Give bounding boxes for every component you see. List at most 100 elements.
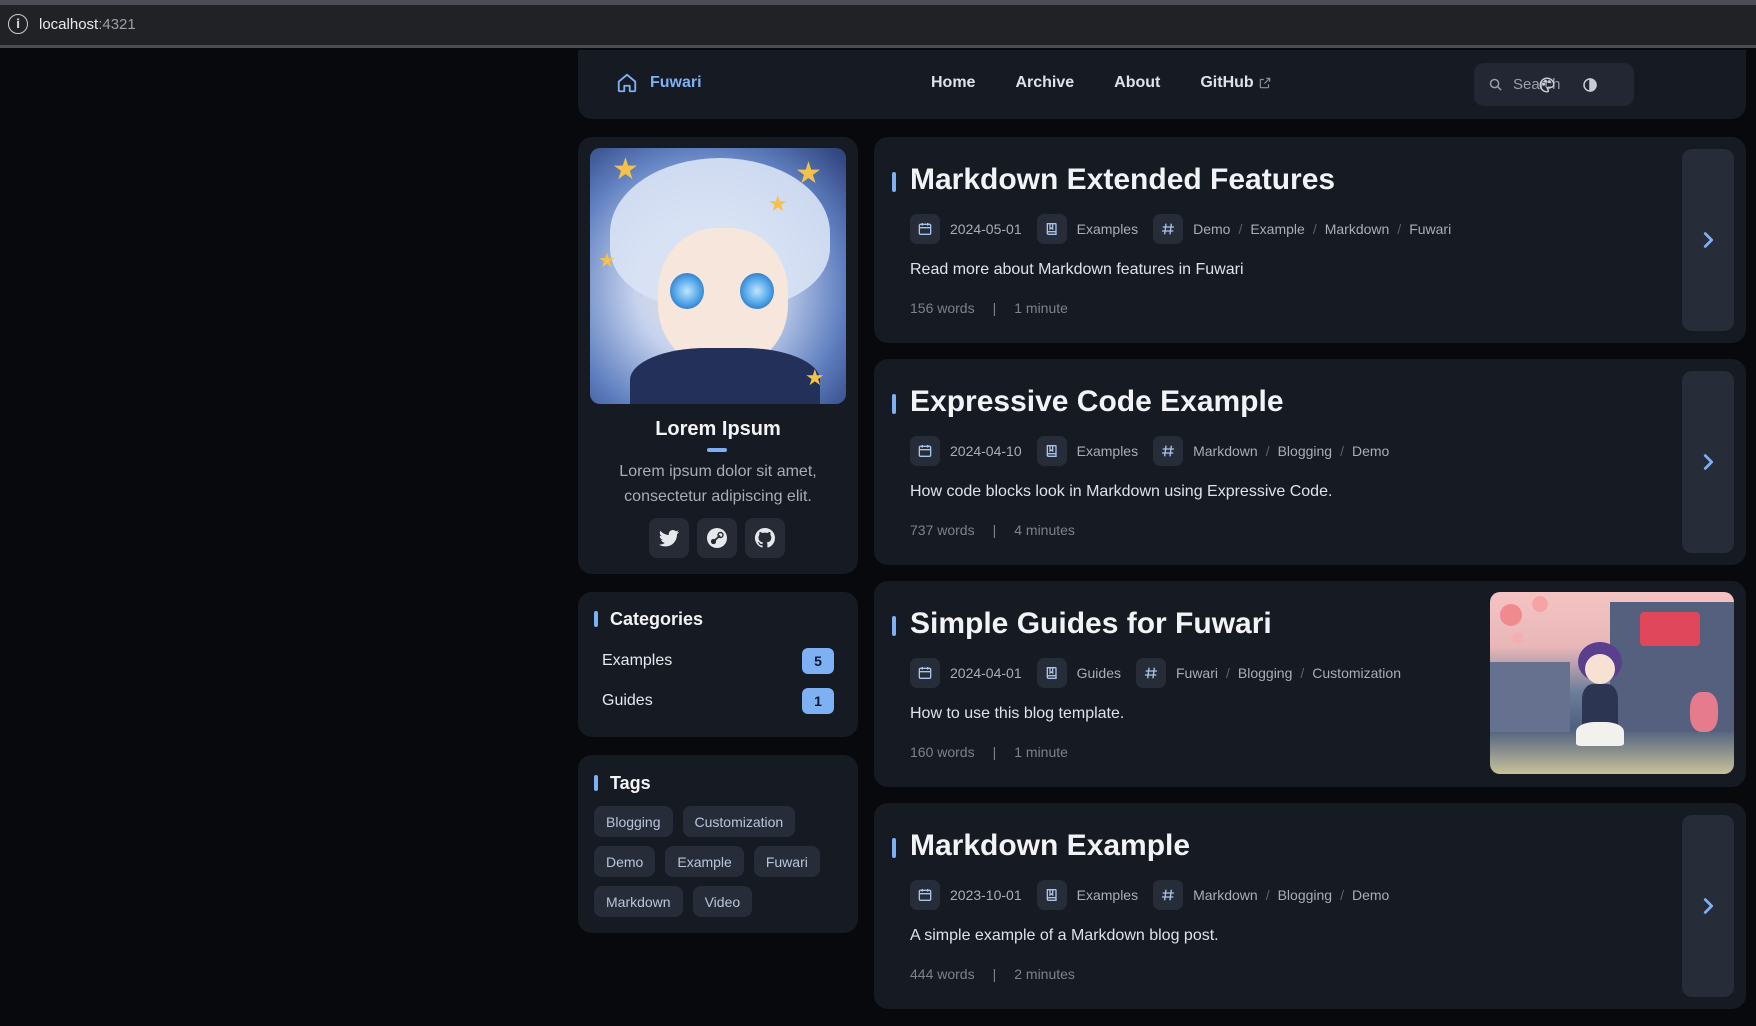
category-guides[interactable]: Guides 1 [602, 688, 834, 714]
tag-example[interactable]: Example [665, 846, 744, 877]
post-tag[interactable]: Fuwari [1409, 221, 1451, 237]
post-card[interactable]: Simple Guides for Fuwari 2024-04-01 Guid… [874, 581, 1746, 787]
post-tag[interactable]: Markdown [1193, 887, 1258, 903]
twitter-icon [659, 530, 679, 547]
category-label: Guides [602, 692, 653, 709]
book-icon [1036, 436, 1067, 466]
theme-color-button[interactable] [1536, 74, 1558, 96]
navbar: Fuwari Home Archive About GitHub [578, 50, 1746, 119]
tag-blogging[interactable]: Blogging [594, 806, 673, 837]
post-card[interactable]: Markdown Extended Features 2024-05-01 Ex… [874, 137, 1746, 343]
post-tag[interactable]: Blogging [1238, 665, 1293, 681]
tag-video[interactable]: Video [692, 886, 753, 917]
avatar-image[interactable]: ★ ★ ★ ★ ★ [590, 148, 846, 404]
nav-github[interactable]: GitHub [1200, 74, 1271, 92]
post-date-text: 2024-05-01 [950, 221, 1022, 237]
steam-icon [707, 528, 727, 548]
post-date: 2024-05-01 [910, 214, 1022, 244]
post-enter-button[interactable] [1682, 371, 1734, 553]
post-tags: Markdown / Blogging / Demo [1153, 880, 1389, 910]
post-date: 2024-04-01 [910, 658, 1022, 688]
post-meta: 2024-04-01 Guides Fuwari / Blogging / Cust… [910, 658, 1416, 688]
home-icon [617, 73, 637, 93]
url-field[interactable]: i localhost:4321 [8, 12, 136, 36]
nav-links: Home Archive About GitHub [931, 74, 1312, 92]
post-meta: 2024-05-01 Examples Demo / Example / Markd… [910, 214, 1466, 244]
tag-customization[interactable]: Customization [682, 806, 796, 837]
post-description: How to use this blog template. [910, 705, 1125, 722]
post-tag[interactable]: Blogging [1278, 887, 1333, 903]
theme-mode-button[interactable] [1579, 74, 1601, 96]
book-icon [1036, 214, 1067, 244]
nav-archive[interactable]: Archive [1015, 74, 1074, 92]
post-tag[interactable]: Demo [1352, 887, 1389, 903]
post-title[interactable]: Markdown Extended Features [910, 163, 1335, 197]
post-enter-button[interactable] [1682, 815, 1734, 997]
post-title[interactable]: Expressive Code Example [910, 385, 1284, 419]
profile-name: Lorem Ipsum [655, 418, 781, 440]
post-category[interactable]: Guides [1036, 658, 1121, 688]
url-port: :4321 [98, 15, 136, 33]
hash-icon [1153, 436, 1184, 466]
name-underline [707, 448, 727, 452]
github-button[interactable] [745, 518, 785, 558]
category-count: 1 [802, 688, 834, 714]
post-card[interactable]: Expressive Code Example 2024-04-10 Examp… [874, 359, 1746, 565]
post-stats: 156 words | 1 minute [910, 300, 1068, 316]
post-tag[interactable]: Demo [1352, 443, 1389, 459]
post-cover-image[interactable] [1490, 592, 1734, 774]
post-tag[interactable]: Demo [1193, 221, 1230, 237]
search-input[interactable] [1513, 76, 1623, 93]
post-date-text: 2023-10-01 [950, 887, 1022, 903]
post-title-accent [892, 838, 896, 858]
post-title[interactable]: Simple Guides for Fuwari [910, 607, 1272, 641]
post-enter-button[interactable] [1682, 149, 1734, 331]
post-tags: Fuwari / Blogging / Customization [1135, 658, 1401, 688]
tag-demo[interactable]: Demo [594, 846, 656, 877]
nav-github-label: GitHub [1200, 74, 1254, 91]
categories-title: Categories [610, 609, 704, 629]
social-links [649, 518, 793, 558]
post-read-time: 2 minutes [1014, 966, 1075, 982]
post-tag[interactable]: Blogging [1278, 443, 1333, 459]
post-tag[interactable]: Customization [1312, 665, 1401, 681]
category-examples[interactable]: Examples 5 [602, 648, 834, 674]
calendar-icon [910, 880, 940, 910]
external-link-icon [1259, 77, 1270, 89]
post-tag[interactable]: Markdown [1193, 443, 1258, 459]
twitter-button[interactable] [649, 518, 689, 558]
post-word-count: 156 words [910, 300, 975, 316]
post-tags: Demo / Example / Markdown / Fuwari [1153, 214, 1451, 244]
steam-button[interactable] [697, 518, 737, 558]
post-tag[interactable]: Example [1250, 221, 1304, 237]
post-description: How code blocks look in Markdown using E… [910, 483, 1333, 500]
post-card[interactable]: Markdown Example 2023-10-01 Examples Mar… [874, 803, 1746, 1009]
post-description: A simple example of a Markdown blog post… [910, 927, 1219, 944]
brand-link[interactable]: Fuwari [616, 72, 702, 94]
hash-icon [1153, 880, 1184, 910]
post-category[interactable]: Examples [1036, 880, 1139, 910]
post-tag[interactable]: Markdown [1325, 221, 1390, 237]
post-read-time: 1 minute [1014, 744, 1068, 760]
post-title[interactable]: Markdown Example [910, 829, 1190, 863]
tag-fuwari[interactable]: Fuwari [753, 846, 820, 877]
post-tag[interactable]: Fuwari [1176, 665, 1218, 681]
tag-markdown[interactable]: Markdown [594, 886, 683, 917]
tags-accent [594, 775, 598, 791]
post-category[interactable]: Examples [1036, 436, 1138, 466]
post-category-text: Examples [1076, 887, 1139, 903]
post-word-count: 444 words [910, 966, 975, 982]
post-read-time: 4 minutes [1014, 522, 1075, 538]
categories-card: Categories Examples 5 Guides 1 [578, 592, 858, 737]
post-date: 2023-10-01 [910, 880, 1022, 910]
post-category[interactable]: Examples [1036, 214, 1138, 244]
book-icon [1036, 658, 1067, 688]
post-description: Read more about Markdown features in Fuw… [910, 261, 1244, 278]
categories-accent [594, 611, 598, 627]
nav-home[interactable]: Home [931, 74, 975, 92]
calendar-icon [910, 214, 940, 244]
site-info-icon[interactable]: i [8, 14, 28, 34]
chevron-right-icon [1703, 898, 1714, 914]
hash-icon [1153, 214, 1184, 244]
nav-about[interactable]: About [1114, 74, 1160, 92]
